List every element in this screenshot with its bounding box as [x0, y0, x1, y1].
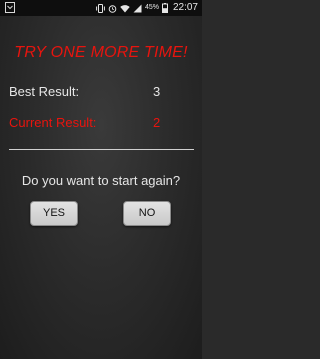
best-result-row: Best Result: 3 [9, 84, 193, 100]
battery-icon [161, 3, 168, 13]
best-result-label: Best Result: [9, 84, 80, 99]
game-over-screen: 45% 22:07 TRY ONE MORE TIME! Best Result… [0, 0, 202, 359]
signal-icon [133, 4, 142, 13]
current-result-label: Current Result: [9, 115, 97, 130]
wifi-icon [120, 4, 130, 13]
status-bar: 45% 22:07 [0, 0, 202, 16]
current-result-value: 2 [153, 115, 161, 130]
no-button[interactable]: NO [123, 201, 171, 226]
battery-percent: 45% [144, 4, 159, 11]
clock: 22:07 [172, 2, 198, 13]
vibrate-icon [96, 3, 105, 13]
notification-icon [5, 2, 15, 13]
alarm-icon [108, 4, 117, 13]
status-icons: 45% 22:07 [96, 0, 198, 16]
current-result-row: Current Result: 2 [9, 115, 193, 131]
best-result-value: 3 [153, 84, 161, 99]
restart-question: Do you want to start again? [21, 173, 181, 188]
divider [9, 149, 194, 150]
page-title: TRY ONE MORE TIME! [14, 44, 188, 61]
yes-button[interactable]: YES [30, 201, 78, 226]
